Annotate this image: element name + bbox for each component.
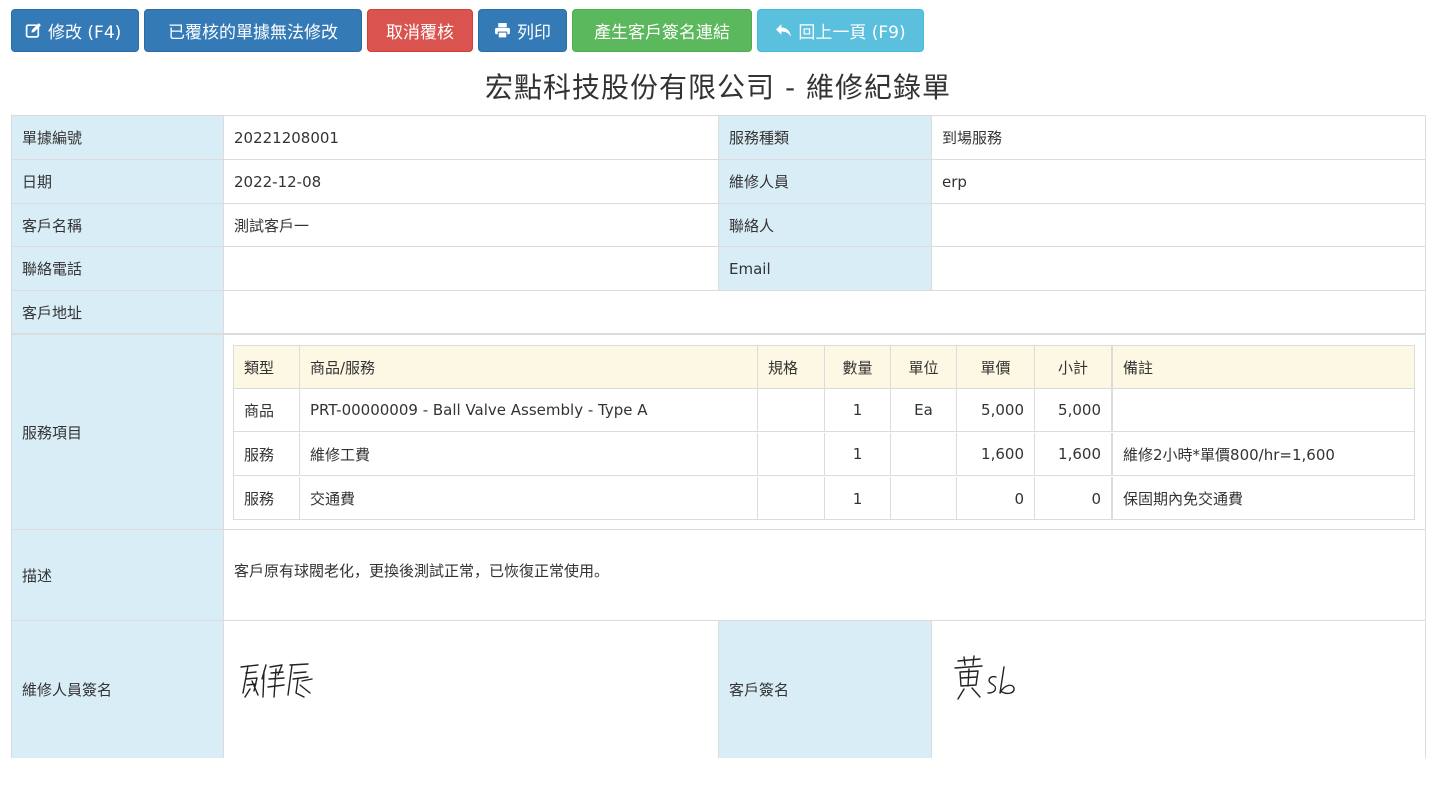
row-signatures: 維修人員簽名 客戶簽名 — [12, 621, 1425, 758]
phone-value — [223, 247, 718, 290]
row-phone: 聯絡電話 Email — [12, 247, 1425, 291]
tech-signature-label: 維修人員簽名 — [12, 621, 223, 758]
row-customer-name: 客戶名稱 測試客戶一 聯絡人 — [12, 204, 1425, 247]
customer-signature-label: 客戶簽名 — [718, 621, 931, 758]
reply-icon — [776, 24, 792, 37]
header-note: 備註 — [1112, 346, 1414, 388]
toolbar: 修改 (F4) 已覆核的單據無法修改 取消覆核 列印 產生客戶簽名連結 回上一頁… — [11, 9, 924, 52]
header-type: 類型 — [234, 346, 300, 388]
contact-label: 聯絡人 — [718, 204, 931, 246]
cell-spec — [758, 389, 825, 431]
cell-note — [1112, 389, 1414, 431]
cell-price: 5,000 — [957, 389, 1035, 431]
description-value: 客戶原有球閥老化，更換後測試正常，已恢復正常使用。 — [223, 530, 1425, 620]
cell-subtotal: 0 — [1035, 477, 1112, 520]
cancel-review-button[interactable]: 取消覆核 — [367, 9, 473, 52]
back-button-label: 回上一頁 (F9) — [798, 23, 906, 43]
technician-value: erp — [931, 160, 1425, 203]
cell-product: 交通費 — [300, 477, 758, 520]
edit-button-label: 修改 (F4) — [48, 23, 122, 43]
date-label: 日期 — [12, 160, 223, 203]
phone-label: 聯絡電話 — [12, 247, 223, 290]
description-label: 描述 — [12, 530, 223, 620]
header-product: 商品/服務 — [300, 346, 758, 388]
print-button-label: 列印 — [517, 23, 551, 43]
row-description: 描述 客戶原有球閥老化，更換後測試正常，已恢復正常使用。 — [12, 530, 1425, 621]
date-value: 2022-12-08 — [223, 160, 718, 203]
cell-price: 1,600 — [957, 433, 1035, 475]
cell-type: 服務 — [234, 433, 300, 475]
cell-qty: 1 — [825, 389, 891, 431]
generate-sign-link-label: 產生客戶簽名連結 — [594, 23, 730, 43]
cell-subtotal: 1,600 — [1035, 433, 1112, 475]
header-subtotal: 小計 — [1035, 346, 1112, 388]
page-title: 宏點科技股份有限公司 - 維修紀錄單 — [485, 71, 951, 104]
table-row: 服務 交通費 1 0 0 保固期內免交通費 — [234, 477, 1414, 520]
service-type-label: 服務種類 — [718, 116, 931, 159]
cell-type: 服務 — [234, 477, 300, 520]
items-header-row: 類型 商品/服務 規格 數量 單位 單價 小計 備註 — [234, 346, 1414, 389]
header-price: 單價 — [957, 346, 1035, 388]
cell-qty: 1 — [825, 477, 891, 520]
cell-product: 維修工費 — [300, 433, 758, 475]
service-items-table: 類型 商品/服務 規格 數量 單位 單價 小計 備註 商品 PRT-000000… — [233, 345, 1415, 520]
technician-label: 維修人員 — [718, 160, 931, 203]
header-spec: 規格 — [758, 346, 825, 388]
print-icon — [495, 23, 510, 39]
doc-no-label: 單據編號 — [12, 116, 223, 159]
row-address: 客戶地址 — [12, 291, 1425, 335]
locked-notice-button[interactable]: 已覆核的單據無法修改 — [144, 9, 362, 52]
service-type-value: 到場服務 — [931, 116, 1425, 159]
edit-icon — [25, 23, 41, 38]
header-qty: 數量 — [825, 346, 891, 388]
cell-spec — [758, 477, 825, 520]
repair-record-sheet: 單據編號 20221208001 服務種類 到場服務 日期 2022-12-08… — [11, 115, 1426, 758]
cell-subtotal: 5,000 — [1035, 389, 1112, 431]
address-value — [223, 291, 1425, 333]
contact-value — [931, 204, 1425, 246]
doc-no-value: 20221208001 — [223, 116, 718, 159]
cell-price: 0 — [957, 477, 1035, 520]
customer-name-label: 客戶名稱 — [12, 204, 223, 246]
cell-type: 商品 — [234, 389, 300, 431]
tech-signature-image — [223, 621, 718, 758]
generate-sign-link-button[interactable]: 產生客戶簽名連結 — [572, 9, 752, 52]
customer-signature-image — [931, 621, 1425, 758]
email-label: Email — [718, 247, 931, 290]
back-button[interactable]: 回上一頁 (F9) — [757, 9, 924, 52]
row-date: 日期 2022-12-08 維修人員 erp — [12, 160, 1425, 204]
cell-qty: 1 — [825, 433, 891, 475]
edit-button[interactable]: 修改 (F4) — [11, 9, 139, 52]
email-value — [931, 247, 1425, 290]
cell-product: PRT-00000009 - Ball Valve Assembly - Typ… — [300, 389, 758, 431]
cell-unit — [891, 433, 957, 475]
cell-note: 保固期內免交通費 — [1112, 477, 1414, 520]
row-doc-no: 單據編號 20221208001 服務種類 到場服務 — [12, 116, 1425, 160]
tech-signature-drawing — [240, 663, 313, 698]
locked-notice-label: 已覆核的單據無法修改 — [168, 23, 338, 43]
header-unit: 單位 — [891, 346, 957, 388]
cell-note: 維修2小時*單價800/hr=1,600 — [1112, 433, 1414, 475]
cell-unit: Ea — [891, 389, 957, 431]
table-row: 商品 PRT-00000009 - Ball Valve Assembly - … — [234, 389, 1414, 432]
print-button[interactable]: 列印 — [478, 9, 567, 52]
table-row: 服務 維修工費 1 1,600 1,600 維修2小時*單價800/hr=1,6… — [234, 433, 1414, 476]
service-items-label: 服務項目 — [12, 335, 223, 529]
cell-unit — [891, 477, 957, 520]
customer-name-value: 測試客戶一 — [223, 204, 718, 246]
address-label: 客戶地址 — [12, 291, 223, 333]
cancel-review-label: 取消覆核 — [386, 23, 454, 43]
customer-signature-drawing — [954, 655, 1015, 700]
cell-spec — [758, 433, 825, 475]
